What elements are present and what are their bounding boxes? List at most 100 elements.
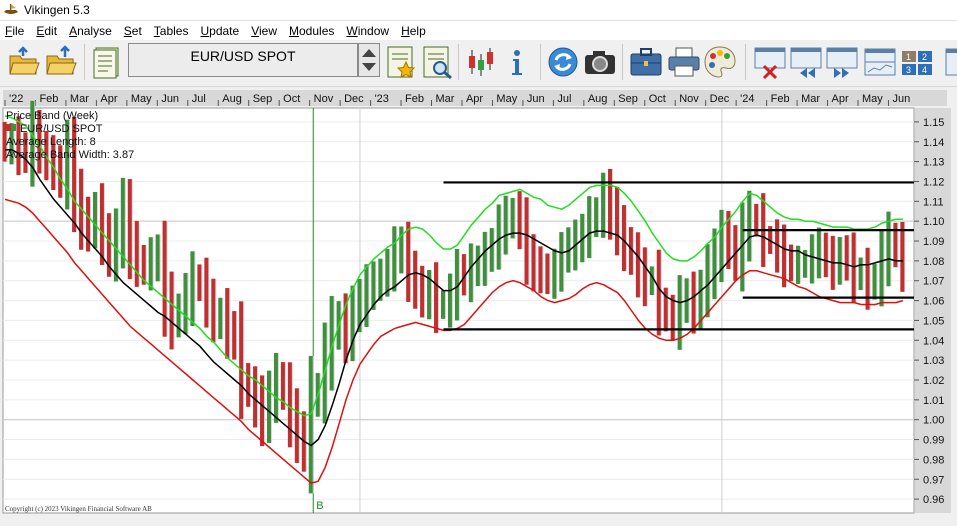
price-label: 1.07	[923, 276, 944, 288]
price-bar	[614, 187, 619, 256]
chart-window-icon[interactable]	[862, 44, 898, 80]
time-label: Apr	[466, 93, 483, 105]
briefcase-icon[interactable]	[628, 44, 664, 80]
refresh-icon[interactable]	[545, 44, 581, 80]
price-bar	[204, 257, 209, 328]
time-label: Nov	[314, 93, 334, 105]
price-bar	[197, 264, 202, 301]
price-label: 0.98	[923, 454, 944, 466]
price-bar	[99, 183, 104, 266]
price-label: 1.08	[923, 256, 944, 268]
menu-set[interactable]: Set	[119, 24, 149, 38]
price-bar	[545, 253, 550, 295]
price-bar	[134, 220, 139, 287]
time-label: '22	[9, 93, 23, 105]
price-label: 1.05	[923, 315, 944, 327]
palette-icon[interactable]	[702, 44, 738, 80]
menu-mnemonic: M	[289, 23, 299, 38]
toolbar-separator	[745, 44, 746, 80]
menu-edit[interactable]: Edit	[31, 24, 64, 38]
menu-analyse[interactable]: Analyse	[64, 24, 119, 38]
price-bar	[503, 195, 508, 255]
price-bar	[92, 191, 97, 249]
price-label: 1.00	[923, 415, 944, 427]
price-bar	[524, 197, 529, 285]
layout-grid-icon[interactable]: 1 2 3 4	[899, 44, 935, 80]
price-bar	[552, 248, 557, 299]
time-label: Dec	[344, 93, 364, 105]
price-bar	[232, 311, 237, 360]
price-bar	[211, 278, 216, 343]
price-bar	[169, 271, 174, 350]
price-bar	[621, 205, 626, 271]
delete-chart-icon[interactable]	[752, 44, 788, 80]
menu-modules[interactable]: Modules	[284, 24, 341, 38]
title-bar: Vikingen 5.3	[0, 0, 957, 21]
viking-ship-icon	[4, 4, 18, 14]
price-label: 1.01	[923, 395, 944, 407]
camera-icon[interactable]	[582, 44, 618, 80]
menu-update[interactable]: Update	[195, 24, 246, 38]
time-label: May	[862, 93, 883, 105]
open-folder-icon[interactable]	[6, 44, 42, 80]
price-bar	[559, 232, 564, 292]
price-label: 1.15	[923, 117, 944, 129]
price-bar	[86, 196, 91, 252]
price-bar	[823, 232, 828, 278]
time-label: Jul	[557, 93, 571, 105]
price-bar	[851, 232, 856, 304]
price-bar	[176, 293, 181, 338]
menu-view[interactable]: View	[246, 24, 284, 38]
svg-text:1: 1	[906, 52, 911, 62]
price-chart[interactable]: '22 Feb Mar Apr May Jun Jul Aug Sep Oct Nov Dec '23 F…	[0, 88, 957, 521]
price-bar	[350, 285, 355, 362]
menu-help[interactable]: Help	[396, 24, 433, 38]
candlestick-icon[interactable]	[463, 44, 499, 80]
menu-mnemonic: W	[346, 23, 358, 38]
instrument-select[interactable]: EUR/USD SPOT	[128, 43, 358, 77]
window-icon[interactable]	[940, 44, 957, 80]
legend-text: Average Band Width: 3.87	[6, 149, 134, 161]
time-label: '23	[375, 93, 389, 105]
price-bar	[747, 190, 752, 262]
upload-folder-icon[interactable]	[43, 44, 79, 80]
price-bar	[816, 227, 821, 279]
price-chart-area[interactable]: '22 Feb Mar Apr May Jun Jul Aug Sep Oct Nov Dec '23 F…	[0, 88, 957, 521]
svg-text:4: 4	[922, 65, 927, 75]
time-label: May	[496, 93, 517, 105]
price-bar	[266, 370, 271, 443]
printer-icon[interactable]	[666, 44, 702, 80]
price-bar	[246, 363, 251, 407]
price-bar	[656, 249, 661, 336]
price-bar	[162, 220, 167, 337]
price-label: 1.02	[923, 375, 944, 387]
price-bar	[482, 231, 487, 286]
notes-icon[interactable]	[90, 44, 126, 80]
info-icon[interactable]	[499, 44, 535, 80]
menu-window[interactable]: Window	[341, 24, 396, 38]
menu-label: pdate	[209, 23, 240, 38]
menu-label: ile	[12, 23, 25, 38]
search-list-icon[interactable]	[420, 44, 456, 80]
menu-tables[interactable]: Tables	[149, 24, 196, 38]
time-label: Sep	[253, 93, 273, 105]
price-bar	[406, 221, 411, 302]
price-bar	[705, 244, 710, 318]
favorite-list-icon[interactable]	[384, 44, 420, 80]
price-bar	[468, 243, 473, 303]
toolbar-separator	[622, 44, 623, 80]
menu-mnemonic: S	[123, 23, 132, 38]
price-bar	[886, 211, 891, 287]
price-bar	[294, 388, 299, 463]
instrument-stepper-icon[interactable]	[358, 43, 380, 77]
price-bar	[225, 288, 230, 359]
price-bar	[308, 355, 313, 494]
menu-label: indow	[357, 23, 390, 38]
menu-mnemonic: H	[401, 23, 410, 38]
price-bar	[413, 250, 418, 309]
price-bar	[440, 290, 445, 319]
scroll-right-icon[interactable]	[824, 44, 860, 80]
menu-file[interactable]: File	[0, 24, 31, 38]
scroll-left-icon[interactable]	[788, 44, 824, 80]
time-label: Mar	[70, 93, 89, 105]
